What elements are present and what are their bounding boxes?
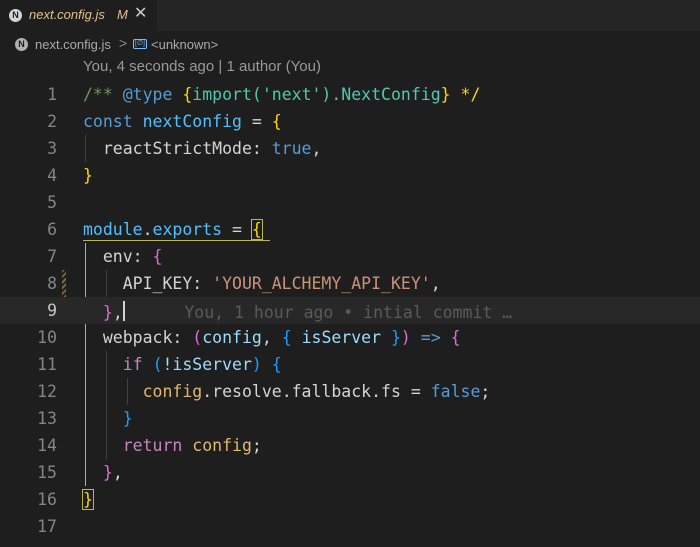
code-line: 16 } bbox=[0, 486, 700, 513]
line-number: 11 bbox=[37, 355, 57, 374]
code-text: env: { bbox=[83, 247, 163, 266]
variable-symbol-icon: [∅] bbox=[133, 39, 147, 49]
code-text: if (!isServer) { bbox=[122, 355, 282, 374]
code-text: module.exports = { bbox=[83, 219, 263, 240]
line-number: 5 bbox=[47, 193, 57, 212]
code-text: } bbox=[83, 166, 93, 185]
code-line: 15 }, bbox=[0, 459, 700, 486]
line-number: 10 bbox=[37, 328, 57, 347]
code-line: 12 config.resolve.fallback.fs = false; bbox=[0, 378, 700, 405]
code-line: 17 bbox=[0, 513, 700, 540]
code-line: 1 /** @type {import('next').NextConfig} … bbox=[0, 81, 700, 108]
breadcrumb: N next.config.js > [∅] <unknown> bbox=[0, 33, 700, 55]
tab-label: next.config.js bbox=[29, 7, 105, 22]
line-number: 16 bbox=[37, 490, 57, 509]
code-text: config.resolve.fallback.fs = false; bbox=[142, 382, 491, 401]
bracket-highlight: } bbox=[82, 489, 94, 510]
breadcrumb-file[interactable]: next.config.js bbox=[35, 37, 111, 52]
breadcrumb-symbol[interactable]: <unknown> bbox=[151, 37, 218, 52]
text-cursor bbox=[122, 301, 125, 321]
line-number: 14 bbox=[37, 436, 57, 455]
bracket-highlight: { bbox=[250, 219, 263, 240]
code-line: 14 return config; bbox=[0, 432, 700, 459]
code-line: 2 const nextConfig = { bbox=[0, 108, 700, 135]
nextjs-file-icon: N bbox=[9, 9, 22, 22]
nextjs-file-icon: N bbox=[15, 38, 28, 51]
line-number: 7 bbox=[47, 247, 57, 266]
code-text: reactStrictMode: true, bbox=[83, 139, 322, 158]
code-line: 7 env: { bbox=[0, 243, 700, 270]
line-number: 3 bbox=[47, 139, 57, 158]
code-line: 4 } bbox=[0, 162, 700, 189]
code-line: 3 reactStrictMode: true, bbox=[0, 135, 700, 162]
tab-active-indicator bbox=[0, 0, 157, 2]
code-text: const nextConfig = { bbox=[83, 112, 282, 131]
code-text: /** @type {import('next').NextConfig} */ bbox=[83, 85, 481, 104]
close-icon[interactable]: ✕ bbox=[134, 5, 147, 23]
code-line: 5 bbox=[0, 189, 700, 216]
line-number: 8 bbox=[47, 274, 57, 293]
line-number: 17 bbox=[37, 517, 57, 536]
line-number: 15 bbox=[37, 463, 57, 482]
line-number: 12 bbox=[37, 382, 57, 401]
line-number: 2 bbox=[47, 112, 57, 131]
modified-badge: M bbox=[117, 7, 128, 22]
code-text: webpack: (config, { isServer }) => { bbox=[83, 328, 461, 347]
code-text: }, bbox=[102, 463, 123, 482]
code-editor[interactable]: 1 /** @type {import('next').NextConfig} … bbox=[0, 81, 700, 540]
tab-bar: N next.config.js M ✕ bbox=[0, 0, 700, 31]
chevron-right-icon: > bbox=[119, 35, 128, 51]
line-number: 6 bbox=[47, 220, 57, 239]
line-number: 4 bbox=[47, 166, 57, 185]
code-text: } bbox=[82, 489, 94, 510]
code-line: 8 API_KEY: 'YOUR_ALCHEMY_API_KEY', bbox=[0, 270, 700, 297]
code-text: return config; bbox=[122, 436, 262, 455]
line-number: 1 bbox=[47, 85, 57, 104]
line-number: 13 bbox=[37, 409, 57, 428]
code-line: 13 } bbox=[0, 405, 700, 432]
git-blame-codelens[interactable]: You, 4 seconds ago | 1 author (You) bbox=[83, 58, 321, 75]
line-number: 9 bbox=[47, 301, 57, 320]
code-text: API_KEY: 'YOUR_ALCHEMY_API_KEY', bbox=[83, 274, 441, 293]
code-line: 10 webpack: (config, { isServer }) => { bbox=[0, 324, 700, 351]
code-line: 6 module.exports = { bbox=[0, 216, 700, 243]
tab-next-config[interactable]: N next.config.js M ✕ bbox=[0, 0, 157, 31]
current-line: 9 }, You, 1 hour ago • intial commit … bbox=[0, 297, 700, 324]
code-text: } bbox=[122, 409, 133, 428]
code-line: 11 if (!isServer) { bbox=[0, 351, 700, 378]
inline-blame: You, 1 hour ago • intial commit … bbox=[184, 303, 513, 322]
code-text: }, You, 1 hour ago • intial commit … bbox=[102, 301, 513, 322]
